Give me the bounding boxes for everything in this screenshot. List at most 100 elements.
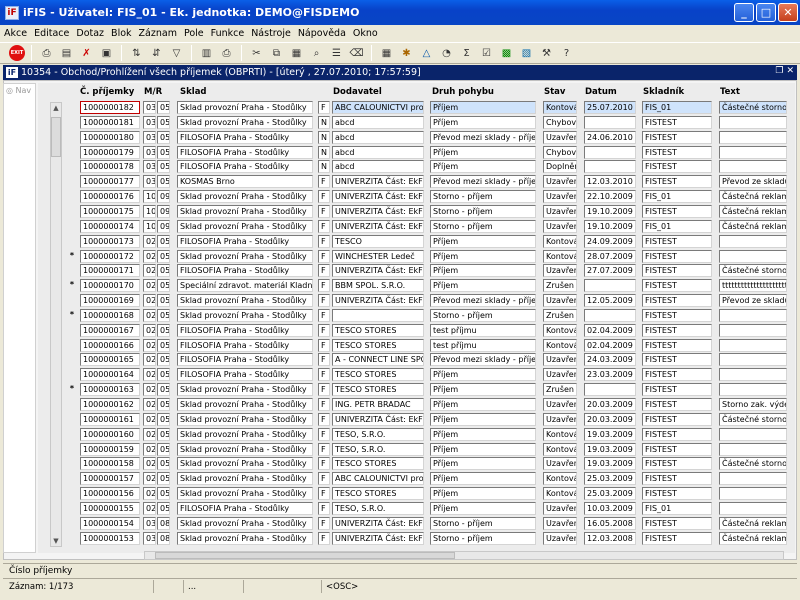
cell-druh[interactable]: Příjem — [430, 234, 536, 248]
nav-pane[interactable]: ◎ Nav — [3, 83, 36, 553]
cell-sklad[interactable]: FILOSOFIA Praha - Stodůlky — [177, 130, 313, 144]
cell-datum[interactable]: 27.07.2009 — [584, 264, 636, 278]
cell-sklad[interactable]: Sklad provozní Praha - Stodůlky — [177, 398, 313, 411]
cell-datum[interactable]: 19.03.2009 — [584, 457, 636, 471]
cell-skladnik[interactable]: FISTEST — [642, 308, 712, 322]
cell-druh[interactable]: Převod mezi sklady - příjem — [430, 294, 536, 308]
cell-typ[interactable]: F — [318, 516, 330, 530]
cell-typ[interactable]: F — [318, 501, 330, 515]
cell-dod[interactable]: TESO, S.R.O. — [332, 501, 424, 515]
table-row[interactable]: 1000000169 02 05 Sklad provozní Praha - Sto… — [64, 294, 787, 308]
cell-m[interactable]: 02 — [143, 501, 156, 515]
cell-typ[interactable]: F — [318, 487, 330, 501]
cell-sklad[interactable]: FILOSOFIA Praha - Stodůlky — [177, 501, 313, 515]
cell-m[interactable]: 10 — [143, 204, 156, 218]
cell-stav[interactable]: Chybový — [543, 115, 577, 129]
header-cislo[interactable]: Č. příjemky — [80, 87, 134, 98]
cell-sklad[interactable]: Sklad provozní Praha - Stodůlky — [177, 531, 313, 545]
header-stav[interactable]: Stav — [544, 87, 565, 98]
cell-dod[interactable]: TESCO STORES — [332, 487, 424, 501]
table-row[interactable]: 1000000175 10 09 Sklad provozní Praha - Sto… — [64, 204, 787, 218]
header-mr[interactable]: M/R — [144, 87, 162, 98]
cell-text[interactable]: Částečné storno — [719, 264, 787, 278]
table-row[interactable]: 1000000179 03 05 FILOSOFIA Praha - Stodůlky… — [64, 145, 787, 159]
cell-typ[interactable]: N — [318, 145, 330, 159]
header-sklad[interactable]: Sklad — [180, 87, 207, 98]
cell-text[interactable]: Částečná reklama — [719, 204, 787, 218]
menu-okno[interactable]: Okno — [353, 28, 378, 39]
table-row[interactable]: 1000000156 02 05 Sklad provozní Praha - Sto… — [64, 487, 787, 501]
cell-m[interactable]: 03 — [143, 101, 156, 114]
cell-dod[interactable]: UNIVERZITA Část: EkF — [332, 412, 424, 426]
print-preview-icon[interactable]: ▥ — [198, 45, 215, 62]
scroll-thumb[interactable] — [51, 117, 61, 157]
cell-text[interactable]: Převod ze skladu — [719, 175, 787, 189]
menu-editace[interactable]: Editace — [34, 28, 69, 39]
table-row[interactable]: 1000000160 02 05 Sklad provozní Praha - Sto… — [64, 427, 787, 441]
cell-r[interactable]: 05 — [157, 442, 170, 456]
cell-druh[interactable]: test příjmu — [430, 338, 536, 352]
cell-skladnik[interactable]: FISTEST — [642, 204, 712, 218]
print-icon[interactable]: ⎙ — [38, 45, 55, 62]
cell-dod[interactable]: TESCO STORES — [332, 323, 424, 337]
table-row[interactable]: 1000000174 10 09 Sklad provozní Praha - Sto… — [64, 219, 787, 233]
cell-m[interactable]: 03 — [143, 115, 156, 129]
cell-dod[interactable]: BBM SPOL. S.R.O. — [332, 279, 424, 293]
cell-typ[interactable]: N — [318, 115, 330, 129]
cell-m[interactable]: 10 — [143, 219, 156, 233]
cell-skladnik[interactable]: FISTEST — [642, 353, 712, 367]
cell-dod[interactable]: UNIVERZITA Část: EkF — [332, 516, 424, 530]
cell-druh[interactable]: Příjem — [430, 249, 536, 263]
cell-druh[interactable]: Storno - příjem — [430, 516, 536, 530]
cell-sklad[interactable]: KOSMAS Brno — [177, 175, 313, 189]
cell-datum[interactable]: 24.09.2009 — [584, 234, 636, 248]
cell-text[interactable] — [719, 353, 787, 367]
horizontal-scrollbar[interactable] — [144, 551, 784, 560]
cell-r[interactable]: 05 — [157, 175, 170, 189]
cell-dod[interactable]: TESCO — [332, 234, 424, 248]
cell-typ[interactable]: F — [318, 457, 330, 471]
cell-sklad[interactable]: Sklad provozní Praha - Stodůlky — [177, 294, 313, 308]
cell-cislo[interactable]: 1000000170 — [80, 279, 140, 293]
cell-skladnik[interactable]: FISTEST — [642, 442, 712, 456]
menu-pole[interactable]: Pole — [184, 28, 204, 39]
table-row[interactable]: 1000000166 02 05 FILOSOFIA Praha - Stodůlky… — [64, 338, 787, 352]
cell-cislo[interactable]: 1000000177 — [80, 175, 140, 189]
sum-icon[interactable]: Σ — [458, 45, 475, 62]
cell-skladnik[interactable]: FISTEST — [642, 383, 712, 397]
cell-stav[interactable]: Uzavřen — [543, 264, 577, 278]
cell-typ[interactable]: F — [318, 398, 330, 411]
cell-dod[interactable]: abcd — [332, 130, 424, 144]
cell-typ[interactable]: F — [318, 101, 330, 114]
cell-r[interactable]: 05 — [157, 249, 170, 263]
cell-m[interactable]: 02 — [143, 383, 156, 397]
find-icon[interactable]: ⌕ — [308, 45, 325, 62]
cell-skladnik[interactable]: FISTEST — [642, 487, 712, 501]
cell-typ[interactable]: F — [318, 472, 330, 486]
cell-typ[interactable]: F — [318, 279, 330, 293]
cell-druh[interactable]: Příjem — [430, 264, 536, 278]
cell-skladnik[interactable]: FISTEST — [642, 145, 712, 159]
cell-text[interactable] — [719, 501, 787, 515]
cell-dod[interactable]: TESO, S.R.O. — [332, 442, 424, 456]
cell-datum[interactable] — [584, 115, 636, 129]
cell-text[interactable] — [719, 130, 787, 144]
cell-text[interactable] — [719, 338, 787, 352]
header-druh[interactable]: Druh pohybu — [432, 87, 494, 98]
cell-druh[interactable]: Příjem — [430, 501, 536, 515]
header-skladnik[interactable]: Skladník — [643, 87, 684, 98]
cell-m[interactable]: 03 — [143, 531, 156, 545]
header-datum[interactable]: Datum — [585, 87, 617, 98]
cell-sklad[interactable]: FILOSOFIA Praha - Stodůlky — [177, 264, 313, 278]
list-icon[interactable]: ☰ — [328, 45, 345, 62]
cell-stav[interactable]: Kontová — [543, 427, 577, 441]
menu-funkce[interactable]: Funkce — [211, 28, 245, 39]
table-row[interactable]: * 1000000170 02 05 Speciální zdravot. materi… — [64, 279, 787, 293]
cell-m[interactable]: 02 — [143, 412, 156, 426]
cell-cislo[interactable]: 1000000176 — [80, 190, 140, 204]
cell-skladnik[interactable]: FISTEST — [642, 279, 712, 293]
cell-datum[interactable]: 12.05.2009 — [584, 294, 636, 308]
cell-m[interactable]: 02 — [143, 279, 156, 293]
cell-stav[interactable]: Uzavřen — [543, 531, 577, 545]
cell-sklad[interactable]: FILOSOFIA Praha - Stodůlky — [177, 160, 313, 174]
